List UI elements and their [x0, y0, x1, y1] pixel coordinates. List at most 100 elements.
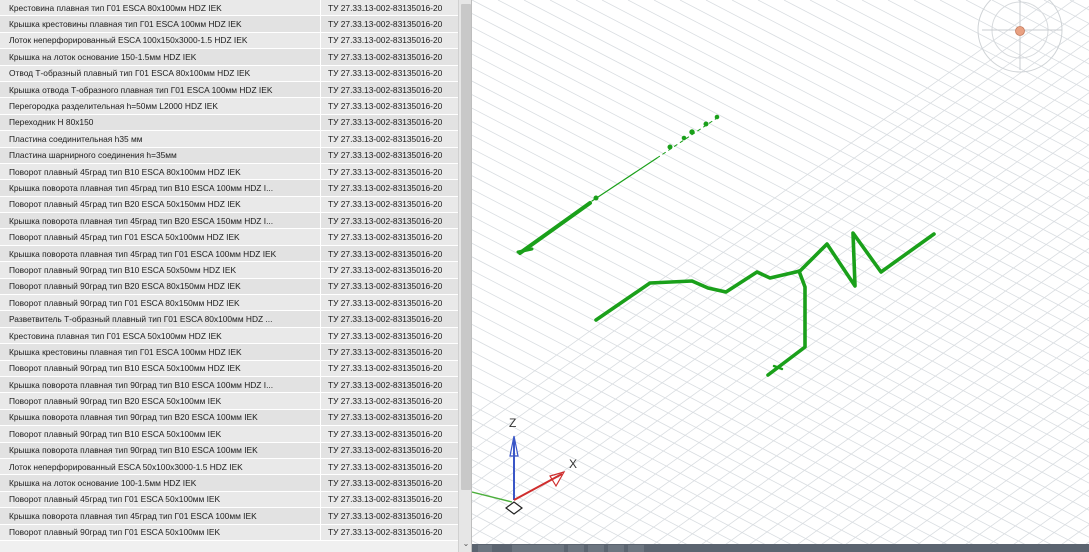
model-scene[interactable]: Z X — [472, 0, 1089, 552]
table-row[interactable]: Крышка на лоток основание 150-1.5мм HDZ … — [0, 48, 458, 66]
cable-tray-run-upper[interactable] — [516, 114, 721, 255]
grid-line — [954, 455, 1089, 552]
item-name-cell: Крышка крестовины плавная тип Г01 ESCA 1… — [9, 19, 242, 30]
grid-line — [601, 0, 1089, 254]
item-name-cell: Поворот плавный 45град тип В20 ESCA 50x1… — [9, 199, 241, 210]
layout-tab-3[interactable] — [588, 545, 604, 552]
item-standard-cell: ТУ 27.33.13-002-83135016-20 — [320, 458, 458, 475]
item-name-cell: Крышка поворота плавная тип 90град тип В… — [9, 412, 258, 423]
table-row[interactable]: Крышка поворота плавная тип 45град тип В… — [0, 212, 458, 230]
list-scrollbar[interactable]: ⌄ — [458, 0, 471, 552]
item-standard-cell: ТУ 27.33.13-002-83135016-20 — [320, 376, 458, 393]
item-standard-cell: ТУ 27.33.13-002-83135016-20 — [320, 360, 458, 377]
table-row[interactable]: Крышка на лоток основание 100-1.5мм HDZ … — [0, 475, 458, 492]
table-row[interactable]: Поворот плавный 90град тип В20 ESCA 80x1… — [0, 278, 458, 296]
cable-tray-specification-list: Крестовина плавная тип Г01 ESCA 80x100мм… — [0, 0, 472, 552]
table-row[interactable]: Поворот плавный 45град тип В10 ESCA 80x1… — [0, 163, 458, 181]
table-row[interactable]: Поворот плавный 90град тип Г01 ESCA 50x1… — [0, 524, 458, 541]
item-standard-cell: ТУ 27.33.13-002-83135016-20 — [320, 442, 458, 459]
table-row[interactable]: Лоток неперфорированный ESCA 100x150x300… — [0, 32, 458, 50]
item-standard-cell: ТУ 27.33.13-002-83135016-20 — [320, 81, 458, 98]
item-standard-cell: ТУ 27.33.13-002-83135016-20 — [320, 114, 458, 131]
layout-tab-5[interactable] — [628, 545, 644, 552]
table-row[interactable]: Поворот плавный 45град тип В20 ESCA 50x1… — [0, 196, 458, 214]
table-row[interactable]: Крышка поворота плавная тип 90град тип В… — [0, 376, 458, 394]
grid-line — [882, 403, 1089, 552]
item-name-cell: Поворот плавный 90град тип Г01 ESCA 80x1… — [9, 297, 240, 308]
grid-line — [1074, 541, 1089, 552]
item-standard-cell: ТУ 27.33.13-002-83135016-20 — [320, 229, 458, 246]
table-row[interactable]: Пластина соединительная h35 мм ТУ 27.33.1… — [0, 130, 458, 148]
item-name-cell: Лоток неперфорированный ESCA 100x150x300… — [9, 35, 248, 46]
item-standard-cell: ТУ 27.33.13-002-83135016-20 — [320, 311, 458, 328]
3d-model-viewport[interactable]: Z X — [472, 0, 1089, 552]
item-name-cell: Крышка на лоток основание 150-1.5мм HDZ … — [9, 51, 197, 62]
item-name-cell: Крестовина плавная тип Г01 ESCA 50x100мм… — [9, 330, 222, 341]
table-row[interactable]: Крышка поворота плавная тип 45град тип В… — [0, 180, 458, 197]
table-row[interactable]: Перегородка разделительная h=50мм L2000 … — [0, 98, 458, 115]
item-name-cell: Поворот плавный 90град тип В20 ESCA 50x1… — [9, 396, 222, 407]
item-standard-cell: ТУ 27.33.13-002-83135016-20 — [320, 130, 458, 147]
table-row[interactable]: Лоток неперфорированный ESCA 50x100x3000… — [0, 458, 458, 476]
item-name-cell: Лоток неперфорированный ESCA 50x100x3000… — [9, 461, 243, 472]
layout-tab-1[interactable] — [512, 545, 564, 552]
table-row[interactable]: Крышка поворота плавная тип 45град тип Г… — [0, 507, 458, 525]
view-compass-icon[interactable] — [977, 0, 1063, 73]
item-standard-cell: ТУ 27.33.13-002-83135016-20 — [320, 294, 458, 311]
scroll-down-arrow-icon[interactable]: ⌄ — [459, 538, 471, 550]
table-row[interactable]: Разветвитель Т-образный плавный тип Г01 … — [0, 311, 458, 328]
table-row[interactable]: Крестовина плавная тип Г01 ESCA 80x100мм… — [0, 0, 458, 17]
item-name-cell: Крышка поворота плавная тип 45град тип Г… — [9, 248, 277, 259]
item-name-cell: Разветвитель Т-образный плавный тип Г01 … — [9, 314, 273, 325]
item-standard-cell: ТУ 27.33.13-002-83135016-20 — [320, 507, 458, 524]
table-row[interactable]: Поворот плавный 90град тип В10 ESCA 50x1… — [0, 360, 458, 377]
item-name-cell: Пластина соединительная h35 мм — [9, 133, 143, 144]
item-standard-cell: ТУ 27.33.13-002-83135016-20 — [320, 48, 458, 65]
item-standard-cell: ТУ 27.33.13-002-83135016-20 — [320, 245, 458, 262]
item-standard-cell: ТУ 27.33.13-002-83135016-20 — [320, 491, 458, 508]
item-name-cell: Крышка отвода Т-образного плавная тип Г0… — [9, 84, 273, 95]
table-row[interactable]: Отвод Т-образный плавный тип Г01 ESCA 80… — [0, 65, 458, 82]
layout-tab-4[interactable] — [608, 545, 624, 552]
table-row[interactable]: Крышка крестовины плавная тип Г01 ESCA 1… — [0, 16, 458, 33]
scrollbar-thumb[interactable] — [461, 4, 471, 490]
table-row[interactable]: Крышка поворота плавная тип 45град тип Г… — [0, 245, 458, 263]
item-standard-cell: ТУ 27.33.13-002-83135016-20 — [320, 16, 458, 33]
item-name-cell: Перегородка разделительная h=50мм L2000 … — [9, 101, 218, 112]
grid-line — [498, 126, 1089, 552]
model-tab[interactable] — [478, 545, 492, 552]
table-row[interactable]: Поворот плавный 45град тип Г01 ESCA 50x1… — [0, 491, 458, 509]
table-row[interactable]: Поворот плавный 90град тип В10 ESCA 50x1… — [0, 425, 458, 443]
table-row[interactable]: Переходник Н 80x150 ТУ 27.33.13-002-83135… — [0, 114, 458, 132]
item-name-cell: Крышка поворота плавная тип 90град тип В… — [9, 445, 258, 456]
table-row[interactable]: Поворот плавный 90град тип В10 ESCA 50x5… — [0, 261, 458, 279]
grid-line — [472, 499, 573, 552]
item-standard-cell: ТУ 27.33.13-002-83135016-20 — [320, 65, 458, 82]
layout-tab-2[interactable] — [568, 545, 584, 552]
table-row[interactable]: Пластина шарнирного соединения h=35мм ТУ … — [0, 147, 458, 164]
item-standard-cell: ТУ 27.33.13-002-83135016-20 — [320, 343, 458, 360]
table-row[interactable]: Крышка крестовины плавная тип Г01 ESCA 1… — [0, 343, 458, 361]
item-standard-cell: ТУ 27.33.13-002-83135016-20 — [320, 409, 458, 426]
item-standard-cell: ТУ 27.33.13-002-83135016-20 — [320, 524, 458, 541]
specification-rows: Крестовина плавная тип Г01 ESCA 80x100мм… — [0, 0, 458, 541]
table-row[interactable]: Поворот плавный 90град тип В20 ESCA 50x1… — [0, 393, 458, 410]
item-standard-cell: ТУ 27.33.13-002-83135016-20 — [320, 163, 458, 180]
item-standard-cell: ТУ 27.33.13-002-83135016-20 — [320, 196, 458, 213]
table-row[interactable]: Крышка отвода Т-образного плавная тип Г0… — [0, 81, 458, 99]
grid-line — [594, 195, 1089, 552]
item-name-cell: Крышка на лоток основание 100-1.5мм HDZ … — [9, 478, 197, 489]
item-standard-cell: ТУ 27.33.13-002-83135016-20 — [320, 327, 458, 344]
axis-x-label: X — [569, 457, 577, 471]
table-row[interactable]: Крышка поворота плавная тип 90град тип В… — [0, 442, 458, 459]
grid-line — [757, 0, 1089, 173]
item-name-cell: Крышка поворота плавная тип 45град тип В… — [9, 183, 274, 193]
item-name-cell: Крышка поворота плавная тип 90град тип В… — [9, 379, 274, 390]
table-row[interactable]: Поворот плавный 45град тип Г01 ESCA 50x1… — [0, 229, 458, 246]
item-standard-cell: ТУ 27.33.13-002-83135016-20 — [320, 393, 458, 410]
grid-line — [653, 0, 1089, 227]
table-row[interactable]: Поворот плавный 90град тип Г01 ESCA 80x1… — [0, 294, 458, 312]
item-name-cell: Поворот плавный 45град тип Г01 ESCA 50x1… — [9, 494, 221, 505]
table-row[interactable]: Крышка поворота плавная тип 90град тип В… — [0, 409, 458, 427]
table-row[interactable]: Крестовина плавная тип Г01 ESCA 50x100мм… — [0, 327, 458, 345]
